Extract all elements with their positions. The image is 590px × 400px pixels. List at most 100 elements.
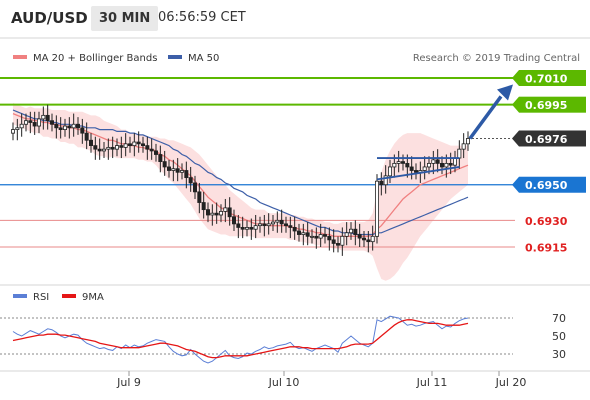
candle-body [15, 127, 20, 130]
rsi-tick-70: 70 [552, 312, 566, 325]
candle-body [71, 123, 76, 129]
candle-body [301, 232, 306, 235]
candle-body [10, 129, 15, 134]
rsi-legend: RSI 9MA [13, 292, 104, 303]
candle-body [270, 221, 275, 225]
candle-body [236, 223, 241, 228]
projection-arrow-shaft [468, 95, 503, 140]
candle-body [370, 235, 375, 243]
candle-body [188, 177, 193, 184]
candle-body [413, 170, 418, 173]
candle-body [32, 122, 37, 127]
candle-body [192, 182, 197, 193]
candle-body [309, 235, 314, 238]
x-axis: Jul 9 Jul 10 Jul 11 Jul 20 [116, 371, 526, 389]
candle-body [275, 219, 280, 223]
current-label-tip [512, 130, 519, 147]
candle-body [140, 143, 145, 147]
candle-body [37, 118, 42, 127]
candle-body [166, 166, 171, 171]
resistance-label-tip [512, 70, 519, 86]
pivot-label-tip [512, 176, 519, 193]
rsi-ma-legend-label: 9MA [82, 292, 104, 303]
candle-body [374, 180, 379, 237]
candle-body [452, 157, 457, 166]
candle-body [361, 237, 366, 241]
candle-body [89, 139, 94, 146]
candle-body [149, 148, 154, 152]
candle-body [110, 146, 115, 150]
candle-body [119, 145, 124, 148]
candle-body [266, 223, 271, 227]
copyright-credit: Research © 2019 Trading Central [413, 53, 580, 64]
x-label-Jul-10: Jul 10 [268, 376, 300, 389]
candle-body [366, 239, 371, 243]
candle-body [335, 243, 340, 246]
candle-body [253, 225, 258, 230]
candle-body [115, 145, 120, 150]
candle-body [54, 123, 59, 129]
candle-body [400, 161, 405, 164]
candle-body [387, 166, 392, 177]
candle-body [41, 114, 46, 120]
candle-body [314, 235, 319, 239]
chart-canvas: MA 20 + Bollinger Bands MA 50 Research ©… [0, 37, 590, 389]
candle-body [214, 212, 219, 216]
candle-body [67, 125, 72, 129]
candle-body [457, 148, 462, 159]
candle-body [123, 143, 128, 148]
candle-body [465, 138, 470, 145]
candle-body [23, 120, 28, 125]
candle-body [331, 239, 336, 244]
candle-body [444, 162, 449, 168]
chart-widget: AUD/USD 30 MIN 06:56:59 CET MA 20 + Boll… [0, 0, 590, 400]
rsi-tick-30: 30 [552, 348, 566, 361]
candle-body [84, 132, 89, 141]
candle-body [201, 202, 206, 211]
candle-body [288, 225, 293, 228]
candle-body [348, 228, 353, 234]
candle-body [283, 223, 288, 227]
candle-body [136, 141, 141, 145]
candle-body [327, 235, 332, 241]
candle-body [197, 191, 202, 203]
level-label-0-6950: 0.6950 [525, 179, 568, 192]
candle-body [435, 159, 440, 164]
candle-body [127, 143, 132, 147]
candle-body [249, 227, 254, 230]
candle-body [45, 114, 50, 122]
candle-body [461, 143, 466, 150]
candle-body [396, 161, 401, 164]
resistance-label-tip [512, 96, 519, 113]
candle-body [426, 162, 431, 168]
candle-body [405, 162, 410, 168]
candle-body [296, 230, 301, 235]
candle-body [158, 154, 163, 163]
candle-body [106, 146, 111, 150]
candle-body [102, 148, 107, 152]
x-label-Jul-11: Jul 11 [416, 376, 448, 389]
candle-body [422, 166, 427, 171]
candle-body [439, 162, 444, 168]
candle-body [218, 211, 223, 216]
candle-body [353, 228, 358, 235]
candle-body [210, 212, 215, 216]
candle-body [58, 127, 63, 130]
candle-body [340, 235, 345, 246]
candle-body [132, 141, 137, 146]
candle-body [409, 166, 414, 171]
candle-body [93, 145, 98, 150]
candle-body [28, 120, 33, 123]
x-label-Jul-20: Jul 20 [495, 376, 527, 389]
candle-body [392, 162, 397, 168]
rsi-ma-line [12, 319, 469, 359]
candle-body [63, 125, 68, 130]
candle-body [357, 234, 362, 239]
candle-body [322, 234, 327, 237]
candle-body [162, 161, 167, 168]
candle-body [305, 232, 310, 237]
level-label-0-6915: 0.6915 [525, 242, 567, 255]
level-label-0-6995: 0.6995 [525, 99, 567, 112]
level-labels: 0.7010 0.6995 0.6976 0.6950 0.6930 0.6915 [512, 70, 586, 255]
candle-body [153, 150, 158, 155]
